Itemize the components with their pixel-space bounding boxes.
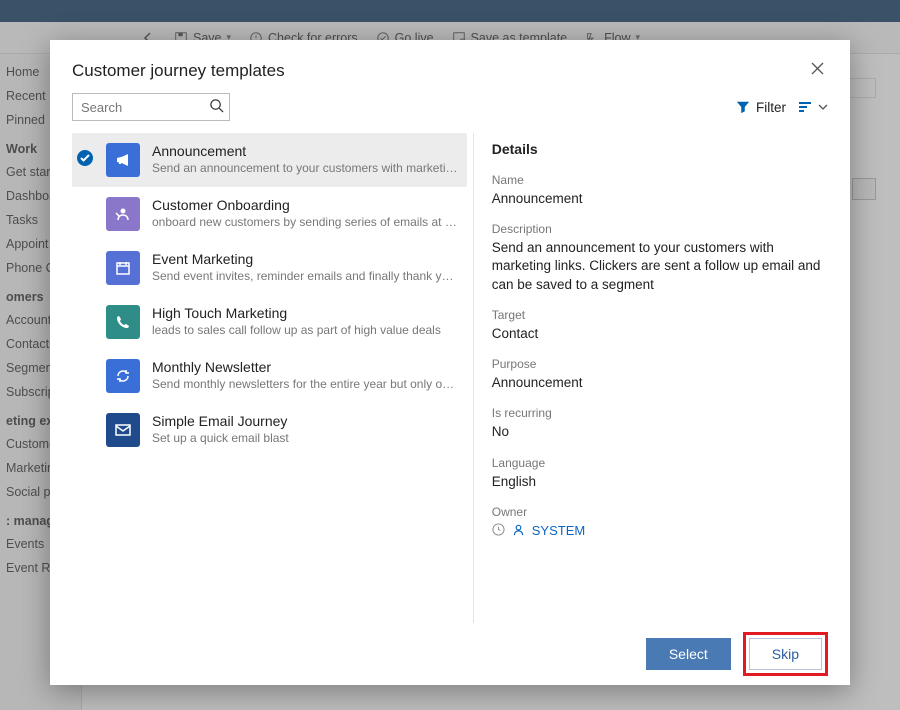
select-check-icon[interactable]: [76, 257, 94, 275]
detail-label-target: Target: [492, 308, 828, 322]
detail-value-purpose: Announcement: [492, 374, 828, 392]
select-check-icon[interactable]: [76, 311, 94, 329]
detail-label-owner: Owner: [492, 505, 828, 519]
template-item[interactable]: High Touch Marketing leads to sales call…: [72, 295, 467, 349]
filter-button[interactable]: Filter: [736, 100, 786, 115]
mail-icon: [106, 413, 140, 447]
filter-label: Filter: [756, 100, 786, 115]
detail-label-description: Description: [492, 222, 828, 236]
select-button[interactable]: Select: [646, 638, 731, 670]
template-title: Customer Onboarding: [152, 197, 459, 213]
close-icon[interactable]: [807, 58, 828, 83]
template-subtitle: Send an announcement to your customers w…: [152, 161, 459, 175]
detail-value-recurring: No: [492, 423, 828, 441]
template-title: Simple Email Journey: [152, 413, 459, 429]
details-heading: Details: [492, 141, 828, 157]
detail-label-name: Name: [492, 173, 828, 187]
refresh-icon: [106, 359, 140, 393]
skip-highlight: Skip: [743, 632, 828, 676]
detail-value-language: English: [492, 473, 828, 491]
detail-value-owner[interactable]: SYSTEM: [532, 523, 585, 538]
template-item[interactable]: Announcement Send an announcement to you…: [72, 133, 467, 187]
template-subtitle: leads to sales call follow up as part of…: [152, 323, 459, 337]
select-check-icon[interactable]: [76, 203, 94, 221]
template-item[interactable]: Customer Onboarding onboard new customer…: [72, 187, 467, 241]
template-item[interactable]: Event Marketing Send event invites, remi…: [72, 241, 467, 295]
megaphone-icon: [106, 143, 140, 177]
chevron-down-icon: [818, 102, 828, 112]
template-item[interactable]: Monthly Newsletter Send monthly newslett…: [72, 349, 467, 403]
search-box: [72, 93, 230, 121]
select-check-icon[interactable]: [76, 365, 94, 383]
template-subtitle: onboard new customers by sending series …: [152, 215, 459, 229]
detail-value-description: Send an announcement to your customers w…: [492, 239, 828, 294]
search-input[interactable]: [72, 93, 230, 121]
calendar-icon: [106, 251, 140, 285]
template-subtitle: Send monthly newsletters for the entire …: [152, 377, 459, 391]
template-subtitle: Send event invites, reminder emails and …: [152, 269, 459, 283]
clock-icon: [492, 523, 505, 539]
template-subtitle: Set up a quick email blast: [152, 431, 459, 445]
detail-label-language: Language: [492, 456, 828, 470]
template-list: Announcement Send an announcement to you…: [72, 133, 474, 623]
template-item[interactable]: Simple Email Journey Set up a quick emai…: [72, 403, 467, 457]
templates-modal: Customer journey templates Filter: [50, 40, 850, 685]
template-title: Event Marketing: [152, 251, 459, 267]
search-icon[interactable]: [209, 98, 224, 118]
detail-label-purpose: Purpose: [492, 357, 828, 371]
person-icon: [106, 197, 140, 231]
detail-value-name: Announcement: [492, 190, 828, 208]
detail-label-recurring: Is recurring: [492, 406, 828, 420]
person-icon: [512, 523, 525, 539]
phone-icon: [106, 305, 140, 339]
select-check-icon[interactable]: [76, 419, 94, 437]
template-title: High Touch Marketing: [152, 305, 459, 321]
template-title: Monthly Newsletter: [152, 359, 459, 375]
details-panel: Details Name Announcement Description Se…: [474, 133, 828, 623]
detail-value-target: Contact: [492, 325, 828, 343]
template-title: Announcement: [152, 143, 459, 159]
skip-button[interactable]: Skip: [749, 638, 822, 670]
select-check-icon[interactable]: [76, 149, 94, 167]
modal-title: Customer journey templates: [72, 61, 285, 81]
sort-button[interactable]: [798, 101, 828, 113]
